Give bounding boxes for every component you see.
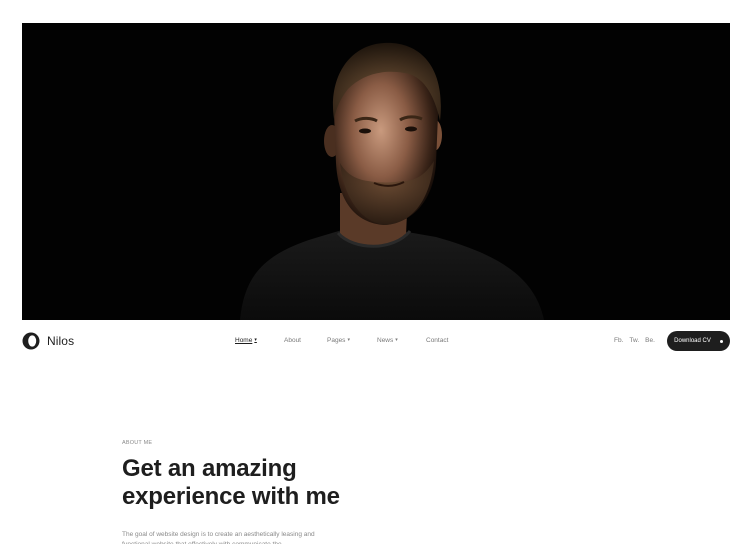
nav-item-news[interactable]: News ▾ xyxy=(377,337,398,344)
portrait-illustration xyxy=(22,23,730,320)
nav-item-label: About xyxy=(284,337,301,344)
brand[interactable]: Nilos xyxy=(22,332,74,350)
nav-item-label: Contact xyxy=(426,337,449,344)
social-link-facebook[interactable]: Fb. xyxy=(614,337,623,344)
about-headline: Get an amazing experience with me xyxy=(122,455,382,511)
social-link-twitter[interactable]: Tw. xyxy=(629,337,639,344)
download-cv-button[interactable]: Download CV xyxy=(667,331,730,351)
ring-logo-icon xyxy=(22,332,40,350)
nav-item-pages[interactable]: Pages ▾ xyxy=(327,337,350,344)
chevron-down-icon: ▾ xyxy=(347,337,350,343)
social-links: Fb. Tw. Be. xyxy=(614,337,655,344)
nav-item-contact[interactable]: Contact xyxy=(426,337,448,344)
main-navbar: Nilos Home ▾ About Pages ▾ News ▾ Contac… xyxy=(22,330,730,352)
headline-line-2: experience with me xyxy=(122,483,340,510)
nav-item-label: Pages xyxy=(327,337,346,344)
dot-icon xyxy=(719,339,723,343)
nav-item-about[interactable]: About xyxy=(284,337,301,344)
chevron-down-icon: ▾ xyxy=(254,337,257,343)
nav-item-home[interactable]: Home ▾ xyxy=(235,337,257,344)
about-body-text: The goal of website design is to create … xyxy=(122,531,315,544)
headline-line-1: Get an amazing xyxy=(122,455,297,482)
hero-portrait-image xyxy=(22,23,730,320)
nav-item-label: News xyxy=(377,337,394,344)
about-section: ABOUT ME Get an amazing experience with … xyxy=(122,440,382,544)
download-cv-label: Download CV xyxy=(674,338,711,344)
nav-item-label: Home xyxy=(235,337,253,344)
social-link-behance[interactable]: Be. xyxy=(645,337,655,344)
section-eyebrow: ABOUT ME xyxy=(122,440,153,446)
brand-name: Nilos xyxy=(47,334,75,348)
chevron-down-icon: ▾ xyxy=(395,337,398,343)
